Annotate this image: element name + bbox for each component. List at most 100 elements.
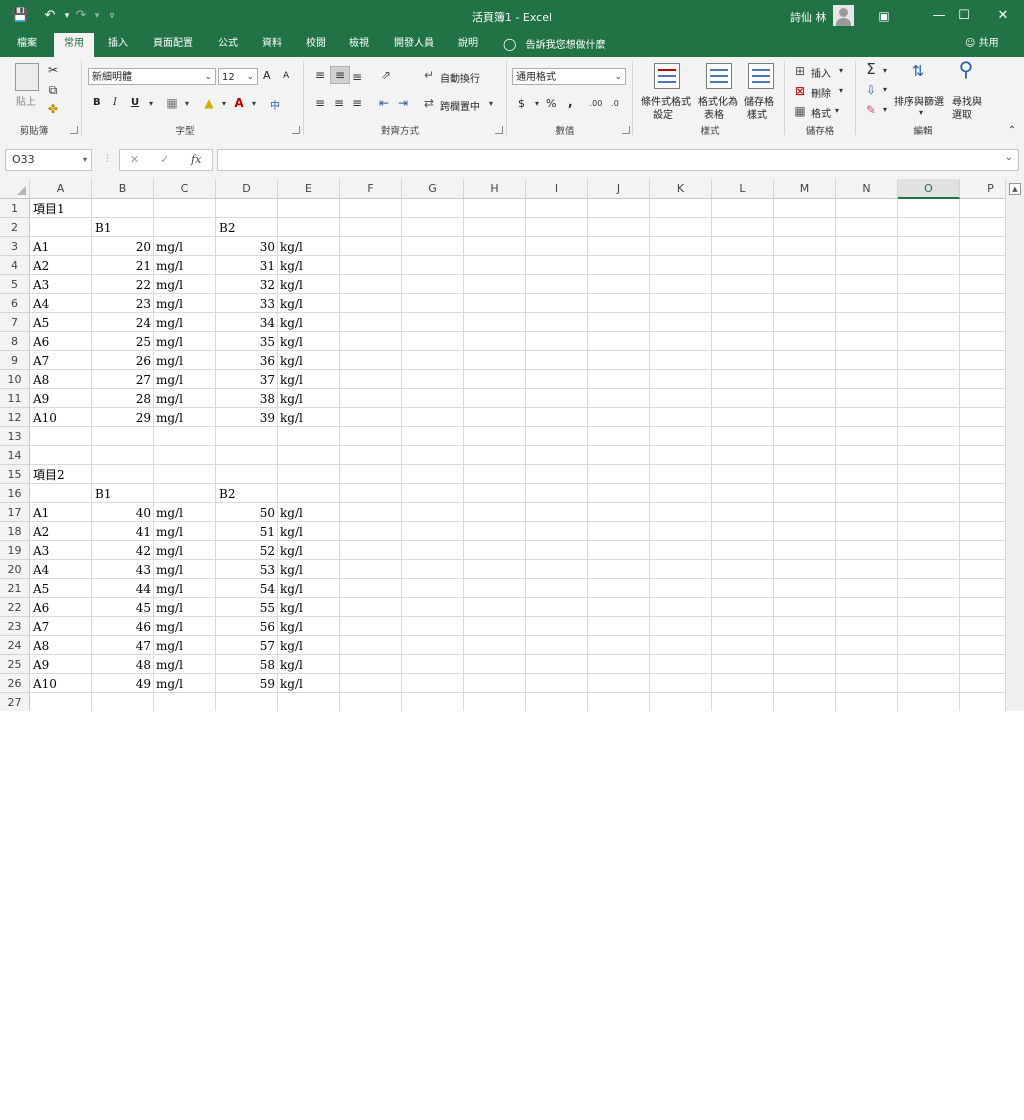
cell-item1-b[interactable]: 24 bbox=[92, 314, 151, 333]
insert-cells-icon[interactable]: ⊞ bbox=[793, 63, 807, 79]
chevron-down-icon[interactable]: ▾ bbox=[249, 96, 259, 112]
cell-item2-e[interactable]: kg/l bbox=[280, 618, 338, 637]
increase-indent-icon[interactable]: ⇥ bbox=[395, 95, 411, 111]
cell-item2-b[interactable]: 48 bbox=[92, 656, 151, 675]
delete-cells-icon[interactable]: ⊠ bbox=[793, 83, 807, 99]
cancel-entry-button[interactable]: ✕ bbox=[130, 153, 139, 166]
cell-item1-b[interactable]: 26 bbox=[92, 352, 151, 371]
worksheet-grid[interactable]: ABCDEFGHIJKLMNOP 1 2 3 4 5 6 7 8 9 10 11 12 13 14 15 16… bbox=[0, 179, 1024, 711]
cell-item1-d[interactable]: 38 bbox=[216, 390, 275, 409]
cell-item1-d[interactable]: 37 bbox=[216, 371, 275, 390]
tab-help[interactable]: 說明 bbox=[450, 33, 486, 57]
cell-item2-e[interactable]: kg/l bbox=[280, 523, 338, 542]
row-header-21[interactable]: 21 bbox=[0, 579, 30, 598]
tab-file[interactable]: 檔案 bbox=[8, 33, 46, 57]
cell-item2-e[interactable]: kg/l bbox=[280, 675, 338, 694]
cell-item1-a[interactable]: A4 bbox=[33, 295, 91, 314]
row-header-20[interactable]: 20 bbox=[0, 560, 30, 579]
cell-item2-e[interactable]: kg/l bbox=[280, 561, 338, 580]
cell-item1-d[interactable]: 33 bbox=[216, 295, 275, 314]
cell-item2-a[interactable]: A1 bbox=[33, 504, 91, 523]
cell-item2-c[interactable]: mg/l bbox=[156, 561, 214, 580]
cell-item1-d[interactable]: 36 bbox=[216, 352, 275, 371]
bold-button[interactable]: B bbox=[93, 97, 101, 108]
column-header-n[interactable]: N bbox=[836, 179, 898, 199]
scroll-up-icon[interactable]: ▲ bbox=[1009, 183, 1021, 195]
cell-item2-d[interactable]: 53 bbox=[216, 561, 275, 580]
find-select-label-2[interactable]: 選取 bbox=[952, 106, 972, 121]
cell-item2-b[interactable]: 41 bbox=[92, 523, 151, 542]
alignment-launcher-icon[interactable] bbox=[495, 126, 503, 134]
row-header-1[interactable]: 1 bbox=[0, 199, 30, 218]
increase-decimal-icon[interactable]: .00 bbox=[588, 96, 604, 112]
cell-item2-a[interactable]: A5 bbox=[33, 580, 91, 599]
chevron-down-icon[interactable]: ▾ bbox=[880, 63, 890, 79]
cell-item2-d[interactable]: 55 bbox=[216, 599, 275, 618]
cell-item1-e[interactable]: kg/l bbox=[280, 333, 338, 352]
row-header-9[interactable]: 9 bbox=[0, 351, 30, 370]
chevron-down-icon[interactable]: ▾ bbox=[182, 96, 192, 112]
chevron-down-icon[interactable]: ▾ bbox=[146, 96, 156, 112]
row-header-19[interactable]: 19 bbox=[0, 541, 30, 560]
align-left-icon[interactable]: ≡ bbox=[313, 95, 327, 111]
fill-icon[interactable]: ⇩ bbox=[864, 82, 878, 98]
phonetic-button[interactable]: 中 bbox=[270, 97, 280, 112]
cell-item2-b[interactable]: 44 bbox=[92, 580, 151, 599]
cell-item1-a[interactable]: A9 bbox=[33, 390, 91, 409]
tab-home[interactable]: 常用 bbox=[54, 33, 94, 58]
align-right-icon[interactable]: ≡ bbox=[350, 95, 364, 111]
cell-styles-icon[interactable] bbox=[748, 63, 774, 89]
find-select-icon[interactable]: ⚲ bbox=[952, 59, 980, 79]
cell-item1-a[interactable]: A8 bbox=[33, 371, 91, 390]
cell-item2-a[interactable]: A4 bbox=[33, 561, 91, 580]
item2-title[interactable]: 項目2 bbox=[33, 466, 65, 485]
cell-item1-b[interactable]: 20 bbox=[92, 238, 151, 257]
chevron-down-icon[interactable]: ▾ bbox=[880, 82, 890, 98]
cell-item2-c[interactable]: mg/l bbox=[156, 523, 214, 542]
chevron-down-icon[interactable]: ▾ bbox=[486, 96, 496, 112]
cell-item1-a[interactable]: A3 bbox=[33, 276, 91, 295]
row-header-4[interactable]: 4 bbox=[0, 256, 30, 275]
orientation-icon[interactable]: ⇗ bbox=[376, 67, 396, 83]
autosum-icon[interactable]: Σ bbox=[863, 61, 879, 77]
borders-icon[interactable]: ▦ bbox=[164, 95, 180, 111]
column-header-f[interactable]: F bbox=[340, 179, 402, 199]
cell-item1-b[interactable]: 27 bbox=[92, 371, 151, 390]
cell-item2-d[interactable]: 58 bbox=[216, 656, 275, 675]
cell-item2-c[interactable]: mg/l bbox=[156, 542, 214, 561]
row-header-16[interactable]: 16 bbox=[0, 484, 30, 503]
item1-header-b[interactable]: B1 bbox=[95, 219, 111, 238]
cell-item2-c[interactable]: mg/l bbox=[156, 637, 214, 656]
cell-item2-b[interactable]: 40 bbox=[92, 504, 151, 523]
cell-item1-c[interactable]: mg/l bbox=[156, 409, 214, 428]
clipboard-launcher-icon[interactable] bbox=[70, 126, 78, 134]
cell-item1-e[interactable]: kg/l bbox=[280, 314, 338, 333]
row-header-15[interactable]: 15 bbox=[0, 465, 30, 484]
cell-item1-a[interactable]: A1 bbox=[33, 238, 91, 257]
cell-item1-d[interactable]: 35 bbox=[216, 333, 275, 352]
cell-item2-b[interactable]: 47 bbox=[92, 637, 151, 656]
user-name[interactable]: 詩仙 林 bbox=[790, 9, 827, 25]
collapse-ribbon-icon[interactable]: ⌃ bbox=[1005, 123, 1019, 139]
wrap-text-icon[interactable]: ↵ bbox=[421, 67, 437, 83]
tab-data[interactable]: 資料 bbox=[254, 33, 290, 57]
cell-item2-a[interactable]: A7 bbox=[33, 618, 91, 637]
item2-header-b[interactable]: B1 bbox=[95, 485, 111, 504]
cell-item2-e[interactable]: kg/l bbox=[280, 504, 338, 523]
cell-item1-d[interactable]: 31 bbox=[216, 257, 275, 276]
row-header-18[interactable]: 18 bbox=[0, 522, 30, 541]
align-center-icon[interactable]: ≡ bbox=[332, 95, 346, 111]
cell-item1-e[interactable]: kg/l bbox=[280, 409, 338, 428]
column-header-h[interactable]: H bbox=[464, 179, 526, 199]
cell-item2-c[interactable]: mg/l bbox=[156, 675, 214, 694]
merge-center-icon[interactable]: ⇄ bbox=[421, 95, 437, 111]
row-header-24[interactable]: 24 bbox=[0, 636, 30, 655]
cell-item1-c[interactable]: mg/l bbox=[156, 333, 214, 352]
row-header-3[interactable]: 3 bbox=[0, 237, 30, 256]
cell-item1-c[interactable]: mg/l bbox=[156, 295, 214, 314]
row-header-23[interactable]: 23 bbox=[0, 617, 30, 636]
cell-item1-d[interactable]: 34 bbox=[216, 314, 275, 333]
cell-item1-d[interactable]: 30 bbox=[216, 238, 275, 257]
column-header-a[interactable]: A bbox=[30, 179, 92, 199]
row-header-7[interactable]: 7 bbox=[0, 313, 30, 332]
